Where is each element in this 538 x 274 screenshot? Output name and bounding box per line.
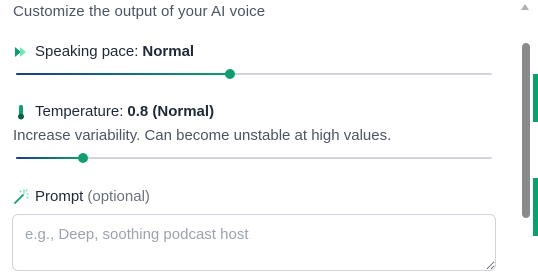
fast-forward-icon [13,44,29,60]
temperature-value: 0.8 (Normal) [127,103,215,120]
temperature-label: Temperature: [35,103,124,120]
speaking-pace-label-row: Speaking pace: Normal [13,43,194,60]
temperature-hint: Increase variability. Can become unstabl… [13,127,392,144]
thermometer-icon [13,104,29,120]
slider-thumb[interactable] [225,69,236,79]
slider-fill [16,157,83,159]
speaking-pace-slider[interactable] [16,68,492,80]
magic-wand-icon [13,188,29,205]
scrollbar-thumb[interactable] [522,43,530,218]
speaking-pace-label: Speaking pace: [35,43,139,60]
temperature-label-row: Temperature: 0.8 (Normal) [13,103,214,120]
scroll-up-arrow-icon[interactable] [519,2,531,12]
voice-settings-screen: Customize the output of your AI voice Sp… [0,0,538,274]
accent-bar [533,178,538,236]
voice-settings-panel: Customize the output of your AI voice Sp… [0,0,512,274]
accent-bar [533,74,538,122]
slider-thumb[interactable] [77,153,88,163]
temperature-slider[interactable] [16,152,492,164]
prompt-optional-label: (optional) [87,188,150,205]
speaking-pace-value: Normal [142,43,195,60]
prompt-input[interactable] [12,214,496,271]
slider-fill [16,73,231,75]
prompt-label-row: Prompt (optional) [13,188,150,205]
panel-subtitle: Customize the output of your AI voice [13,3,266,20]
prompt-label: Prompt [35,188,84,205]
